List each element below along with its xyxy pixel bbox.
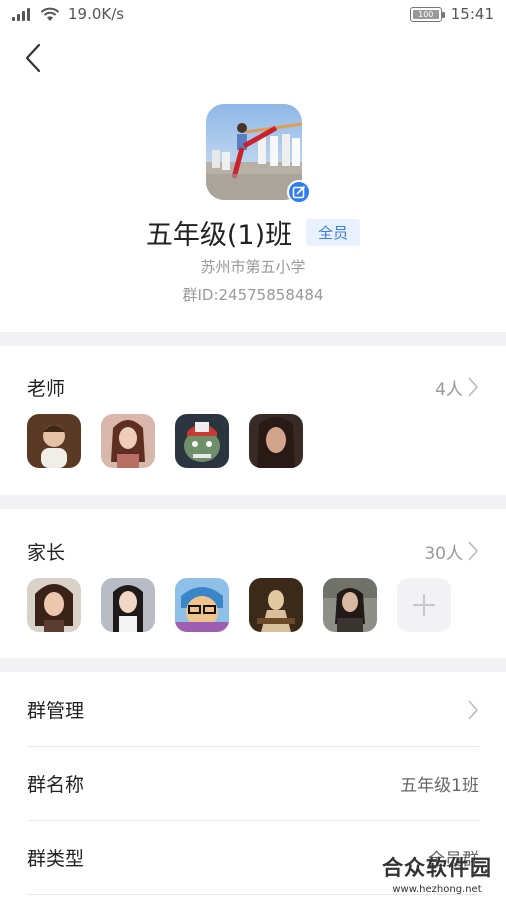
teacher-avatar[interactable] (101, 414, 155, 468)
back-button[interactable] (20, 40, 52, 76)
status-right: 100 15:41 (409, 5, 494, 23)
parent-avatar[interactable] (27, 578, 81, 632)
teachers-avatars (27, 414, 323, 468)
chevron-left-icon (25, 43, 41, 73)
network-speed: 19.0K/s (68, 5, 125, 23)
wifi-icon (40, 7, 60, 21)
chevron-right-icon (468, 377, 479, 397)
section-divider (0, 495, 506, 509)
parents-count-wrap: 30人 (424, 539, 479, 564)
teachers-header[interactable]: 老师 4人 (27, 373, 479, 401)
chevron-right-icon (468, 541, 479, 561)
teachers-count-wrap: 4人 (435, 375, 479, 400)
group-name-value: 五年级1班 (400, 776, 479, 796)
status-left: 19.0K/s (12, 5, 124, 23)
group-tag-badge: 全员 (306, 218, 361, 246)
teachers-count: 4人 (435, 379, 463, 400)
parents-avatars (27, 578, 451, 632)
group-type-label: 群类型 (27, 848, 85, 870)
clock: 15:41 (450, 5, 494, 23)
chevron-right-icon (468, 699, 479, 720)
parent-avatar[interactable] (101, 578, 155, 632)
section-divider (0, 332, 506, 346)
plus-icon (413, 594, 435, 616)
parents-title: 家长 (27, 541, 66, 564)
teacher-avatar[interactable] (175, 414, 229, 468)
teacher-avatar[interactable] (27, 414, 81, 468)
battery-icon: 100 (409, 6, 445, 22)
parents-header[interactable]: 家长 30人 (27, 537, 479, 565)
status-bar: 19.0K/s 100 15:41 (0, 0, 506, 28)
parent-avatar[interactable] (249, 578, 303, 632)
group-manage-label: 群管理 (27, 700, 85, 722)
group-manage-row[interactable]: 群管理 (27, 673, 479, 747)
section-divider (0, 658, 506, 672)
watermark-url: www.hezhong.net (392, 884, 482, 895)
group-name: 五年级(1)班 (145, 219, 293, 251)
teachers-title: 老师 (27, 377, 66, 400)
group-name-label: 群名称 (27, 774, 85, 796)
school-name: 苏州市第五小学 (200, 258, 306, 276)
signal-icon (12, 7, 32, 21)
add-member-button[interactable] (397, 578, 451, 632)
edit-icon (292, 185, 306, 199)
group-id: 群ID:24575858484 (182, 286, 324, 304)
parent-avatar[interactable] (323, 578, 377, 632)
group-title-row: 五年级(1)班 全员 (0, 212, 506, 252)
parents-count: 30人 (424, 543, 463, 564)
parent-avatar[interactable] (175, 578, 229, 632)
teacher-avatar[interactable] (249, 414, 303, 468)
watermark-logo: 合众软件园 www.hezhong.net (374, 852, 500, 896)
group-name-row[interactable]: 群名称 五年级1班 (27, 747, 479, 821)
edit-avatar-button[interactable] (287, 180, 311, 204)
watermark-title: 合众软件园 (382, 856, 492, 880)
battery-level: 100 (418, 9, 434, 19)
